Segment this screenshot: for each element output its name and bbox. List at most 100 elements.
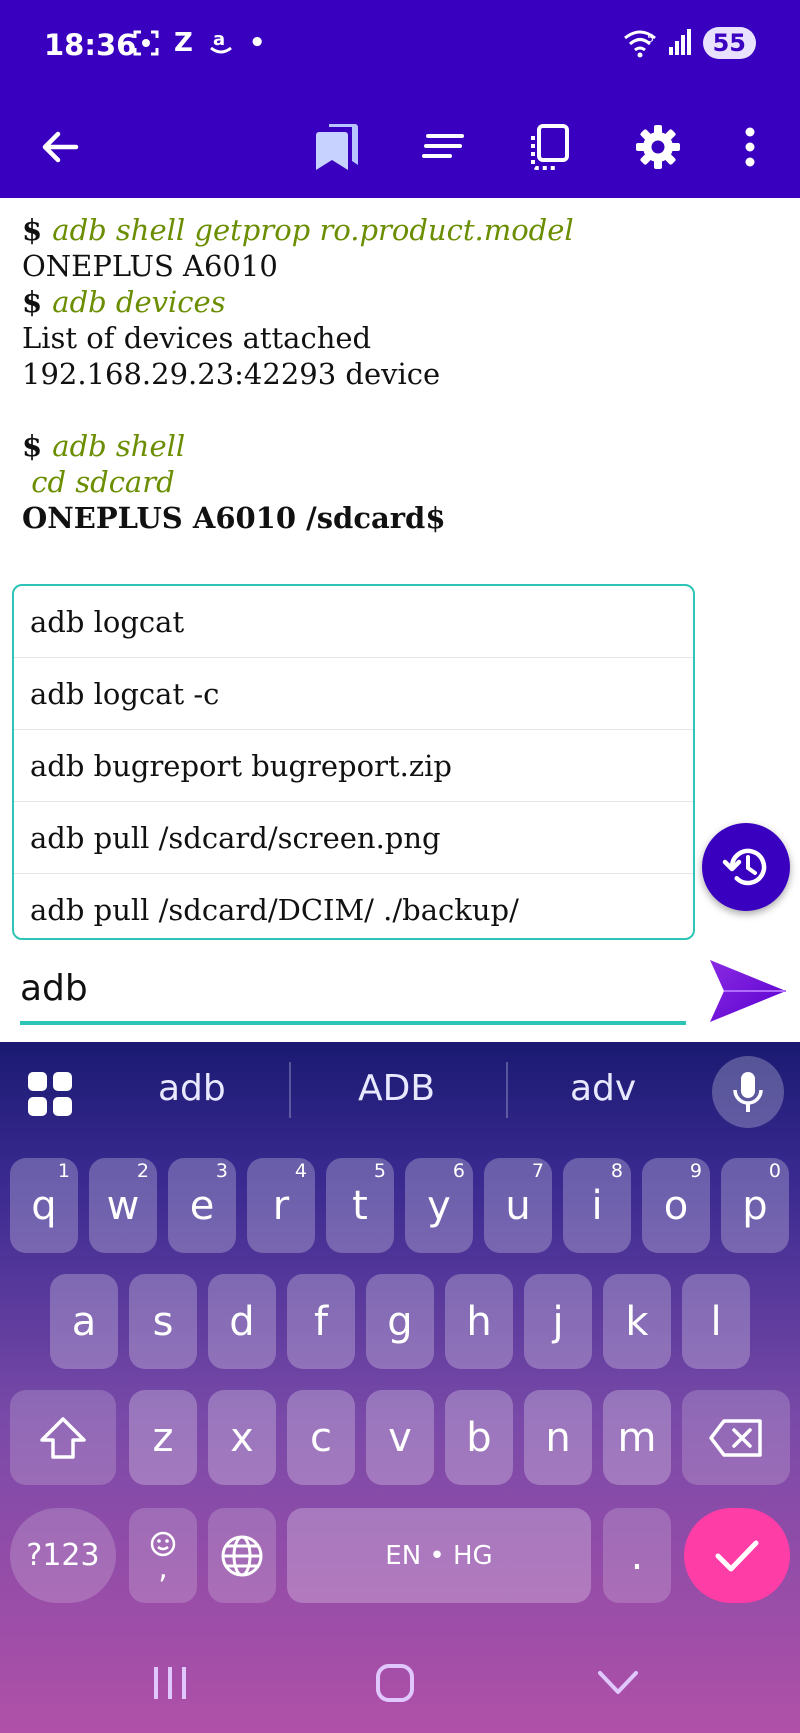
key-l[interactable]: l <box>682 1274 750 1369</box>
terminal-line: cd sdcard <box>22 465 175 499</box>
suggestion-item[interactable]: adb logcat -c <box>14 658 693 730</box>
strip-divider <box>506 1062 508 1118</box>
more-notifications-dot: • <box>248 28 266 58</box>
terminal-line: List of devices attached <box>22 321 372 355</box>
keyboard-suggestion-strip: adb ADB adv <box>0 1042 800 1142</box>
terminal-output: $ adb shell getprop ro.product.model ONE… <box>22 212 782 536</box>
amazon-icon: a <box>209 29 232 54</box>
key-q[interactable]: q1 <box>10 1158 78 1253</box>
voice-input-button[interactable] <box>712 1056 784 1128</box>
key-s[interactable]: s <box>129 1274 197 1369</box>
word-suggestion[interactable]: ADB <box>358 1068 435 1109</box>
microphone-icon <box>733 1072 763 1112</box>
key-m[interactable]: m <box>603 1390 671 1485</box>
grid-menu-icon[interactable] <box>28 1072 72 1116</box>
suggestion-item[interactable]: adb bugreport bugreport.zip <box>14 730 693 802</box>
key-n[interactable]: n <box>524 1390 592 1485</box>
suggestion-item[interactable]: adb pull /sdcard/DCIM/ ./backup/ <box>14 874 693 938</box>
wifi-icon: 5 <box>623 30 656 58</box>
enter-key[interactable] <box>684 1508 790 1603</box>
backspace-key[interactable] <box>682 1390 790 1485</box>
z-notification: Z <box>174 28 193 58</box>
overflow-menu-button[interactable] <box>730 95 770 198</box>
word-suggestion[interactable]: adb <box>158 1068 226 1109</box>
bookmarks-icon <box>316 123 358 170</box>
signal-icon <box>668 29 691 55</box>
notification-icons: Z a • <box>132 28 265 58</box>
shift-icon <box>40 1416 86 1459</box>
terminal-line: $ adb shell getprop ro.product.model <box>22 213 574 247</box>
emoji-comma-key[interactable]: , <box>129 1508 197 1603</box>
home-icon <box>376 1664 414 1702</box>
key-r[interactable]: r4 <box>247 1158 315 1253</box>
period-key[interactable]: . <box>603 1508 671 1603</box>
recents-icon <box>154 1667 186 1699</box>
space-bar[interactable]: EN • HG <box>287 1508 591 1603</box>
key-j[interactable]: j <box>524 1274 592 1369</box>
key-h[interactable]: h <box>445 1274 513 1369</box>
history-icon <box>722 848 767 886</box>
key-t[interactable]: t5 <box>326 1158 394 1253</box>
key-z[interactable]: z <box>129 1390 197 1485</box>
devices-icon <box>531 123 569 170</box>
gear-icon <box>636 124 680 169</box>
strip-divider <box>289 1062 291 1118</box>
status-right: 5 55 <box>623 27 756 59</box>
key-w[interactable]: w2 <box>89 1158 157 1253</box>
key-k[interactable]: k <box>603 1274 671 1369</box>
shift-key[interactable] <box>10 1390 116 1485</box>
status-bar: 18:36 Z a • 5 55 <box>0 0 800 95</box>
bookmarks-button[interactable] <box>308 95 368 198</box>
key-b[interactable]: b <box>445 1390 513 1485</box>
key-y[interactable]: y6 <box>405 1158 473 1253</box>
recents-button[interactable] <box>130 1633 210 1733</box>
terminal-line: ONEPLUS A6010 <box>22 249 278 283</box>
settings-button[interactable] <box>628 95 688 198</box>
soft-keyboard: adb ADB adv q1 w2 e3 r4 t5 y6 u7 i8 o9 p… <box>0 1042 800 1733</box>
status-time: 18:36 <box>44 28 137 62</box>
key-x[interactable]: x <box>208 1390 276 1485</box>
send-button[interactable] <box>705 955 790 1027</box>
suggestion-item[interactable]: adb logcat <box>14 586 693 658</box>
back-button[interactable] <box>30 95 90 198</box>
svg-text:5: 5 <box>647 32 654 45</box>
key-c[interactable]: c <box>287 1390 355 1485</box>
key-g[interactable]: g <box>366 1274 434 1369</box>
terminal-line: $ adb shell <box>22 429 186 463</box>
terminal-line: 192.168.29.23:42293 device <box>22 357 441 391</box>
key-a[interactable]: a <box>50 1274 118 1369</box>
suggestion-item[interactable]: adb pull /sdcard/screen.png <box>14 802 693 874</box>
terminal-prompt-line: ONEPLUS A6010 /sdcard$ <box>22 501 446 535</box>
chevron-down-icon <box>598 1671 638 1694</box>
back-nav-button[interactable] <box>578 1633 658 1733</box>
app-toolbar <box>0 95 800 198</box>
globe-icon <box>221 1535 263 1576</box>
battery-indicator: 55 <box>702 27 756 59</box>
word-suggestion[interactable]: adv <box>570 1068 636 1109</box>
arrow-back-icon <box>42 131 79 162</box>
short-text-icon <box>422 133 464 158</box>
backspace-icon <box>709 1418 762 1457</box>
history-button[interactable] <box>702 823 790 911</box>
language-key[interactable] <box>208 1508 276 1603</box>
more-vert-icon <box>745 127 755 166</box>
checkmark-icon <box>715 1540 759 1571</box>
key-f[interactable]: f <box>287 1274 355 1369</box>
command-suggestions: adb logcat adb logcat -c adb bugreport b… <box>12 584 695 940</box>
key-v[interactable]: v <box>366 1390 434 1485</box>
key-e[interactable]: e3 <box>168 1158 236 1253</box>
symbols-key[interactable]: ?123 <box>10 1508 116 1603</box>
key-o[interactable]: o9 <box>642 1158 710 1253</box>
key-d[interactable]: d <box>208 1274 276 1369</box>
key-p[interactable]: p0 <box>721 1158 789 1253</box>
terminal-line: $ adb devices <box>22 285 226 319</box>
command-input[interactable] <box>20 955 686 1025</box>
system-nav-bar <box>0 1633 800 1733</box>
format-button[interactable] <box>414 95 474 198</box>
key-u[interactable]: u7 <box>484 1158 552 1253</box>
home-button[interactable] <box>355 1633 435 1733</box>
devices-button[interactable] <box>520 95 580 198</box>
key-i[interactable]: i8 <box>563 1158 631 1253</box>
screenshot-icon <box>133 30 159 56</box>
